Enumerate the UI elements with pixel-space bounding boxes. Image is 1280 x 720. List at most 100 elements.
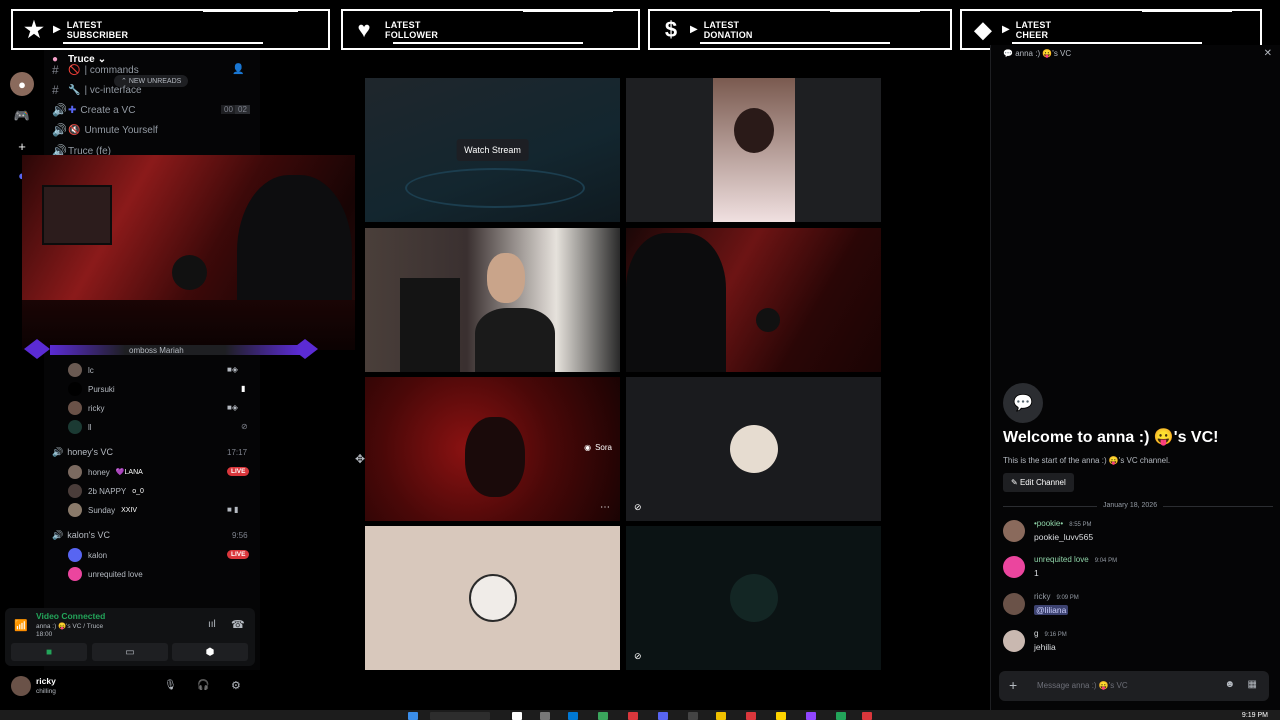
avatar bbox=[68, 548, 82, 562]
channel-unmute-yourself[interactable]: 🔊 🔇 Unmute Yourself bbox=[52, 121, 158, 139]
speaker-icon: 🔊 bbox=[52, 103, 67, 117]
taskbar-app-icon[interactable] bbox=[568, 712, 578, 720]
taskbar-app-icon[interactable] bbox=[628, 712, 638, 720]
alert-label: LATEST CHEER bbox=[1015, 19, 1052, 40]
discord-taskbar-icon[interactable] bbox=[658, 712, 668, 720]
apps-icon[interactable]: ▦ bbox=[1248, 679, 1257, 690]
welcome-title: Welcome to anna :) 😛's VC! bbox=[1003, 429, 1219, 446]
microphone-icon[interactable]: 🎙 bbox=[164, 680, 177, 691]
video-tile[interactable]: ◉ Sora ⋯ bbox=[365, 377, 620, 521]
taskbar-search[interactable] bbox=[430, 712, 490, 720]
avatar bbox=[68, 567, 82, 581]
vc-user[interactable]: 2b NAPPY o_0 bbox=[68, 483, 144, 499]
taskbar-app-icon[interactable] bbox=[688, 712, 698, 720]
edit-channel-button[interactable]: ✎ Edit Channel bbox=[1003, 473, 1074, 492]
invite-icon[interactable]: 👤 bbox=[232, 60, 244, 78]
video-tile[interactable]: ⊘ bbox=[626, 526, 881, 670]
taskbar-app-icon[interactable] bbox=[806, 712, 816, 720]
discord-home-icon[interactable]: 🎮 bbox=[10, 104, 34, 128]
taskbar-app-icon[interactable] bbox=[862, 712, 872, 720]
vc-user[interactable]: Sunday XXIV bbox=[68, 502, 137, 518]
create-vc-limit: 02 bbox=[235, 105, 250, 114]
disconnect-icon[interactable]: ☎ bbox=[231, 618, 245, 631]
dollar-icon: $ bbox=[664, 16, 678, 42]
taskbar-app-icon[interactable] bbox=[776, 712, 786, 720]
video-tile-stream[interactable]: Watch Stream bbox=[365, 78, 620, 222]
watch-stream-button[interactable]: Watch Stream bbox=[456, 139, 529, 161]
vc-user[interactable]: honey 💜LANA bbox=[68, 464, 143, 480]
diamond-icon: ◆ bbox=[974, 16, 992, 42]
camera-button[interactable]: ■ bbox=[11, 643, 87, 661]
video-tile[interactable] bbox=[626, 228, 881, 372]
video-tile[interactable] bbox=[365, 228, 620, 372]
popout-video[interactable] bbox=[22, 155, 355, 350]
vc-user[interactable]: ll bbox=[68, 419, 92, 435]
taskbar-app-icon[interactable] bbox=[598, 712, 608, 720]
message-composer[interactable]: + Message anna :) 😛's VC ☻ ▦ bbox=[999, 671, 1269, 701]
alert-topline bbox=[1142, 9, 1232, 12]
taskbar-clock: 9:19 PM bbox=[1241, 712, 1268, 719]
hash-icon: # bbox=[52, 83, 59, 97]
gear-icon[interactable]: ⚙ bbox=[231, 679, 241, 692]
vc-user[interactable]: unrequited love bbox=[68, 566, 143, 582]
taskbar-app-icon[interactable] bbox=[512, 712, 522, 720]
video-content bbox=[626, 233, 726, 372]
emoji-icon[interactable]: ☻ bbox=[1224, 679, 1235, 690]
screen-share-button[interactable]: ▭ bbox=[92, 643, 168, 661]
alert-label: LATEST DONATION bbox=[703, 19, 753, 40]
chat-message[interactable]: g 9:16 PM jehilia bbox=[1003, 629, 1273, 659]
noise-suppression-icon[interactable]: ııl bbox=[208, 619, 216, 630]
screen: ★ ▶ LATEST SUBSCRIBER ♥ LATEST FOLLOWER $ … bbox=[0, 0, 1280, 720]
username[interactable]: ricky bbox=[36, 676, 56, 686]
message-author: unrequited love 9:04 PM bbox=[1034, 555, 1118, 564]
taskbar-app-icon[interactable] bbox=[836, 712, 846, 720]
activities-button[interactable]: ⬢ bbox=[172, 643, 248, 661]
video-content bbox=[405, 168, 585, 208]
chat-message[interactable]: unrequited love 9:04 PM 1 bbox=[1003, 555, 1273, 585]
camera-icon: ■◈ bbox=[227, 365, 238, 374]
speaker-icon: 🔊 bbox=[52, 123, 67, 137]
voice-channel-honeys-vc[interactable]: 🔊 honey's VC bbox=[52, 447, 113, 458]
message-input[interactable]: Message anna :) 😛's VC bbox=[1037, 681, 1128, 690]
video-content bbox=[487, 253, 525, 303]
heart-icon: ♥ bbox=[357, 16, 371, 42]
chat-message[interactable]: ricky 9:09 PM @liliana bbox=[1003, 592, 1273, 622]
plus-icon[interactable]: + bbox=[1009, 677, 1017, 693]
taskbar-app-icon[interactable] bbox=[540, 712, 550, 720]
voice-location[interactable]: anna :) 😛's VC / Truce bbox=[36, 622, 103, 630]
more-options-icon[interactable]: ⋯ bbox=[600, 502, 610, 513]
alert-underline bbox=[1012, 42, 1202, 44]
alert-underline bbox=[700, 42, 890, 44]
vc-user[interactable]: Pursuki bbox=[68, 381, 115, 397]
taskbar-app-icon[interactable] bbox=[746, 712, 756, 720]
close-icon[interactable]: ✕ bbox=[1264, 48, 1272, 59]
video-tile[interactable] bbox=[365, 526, 620, 670]
channel-create-vc[interactable]: 🔊 ✚ Create a VC bbox=[52, 101, 135, 119]
taskbar-app-icon[interactable] bbox=[716, 712, 726, 720]
alert-topline bbox=[203, 9, 298, 12]
server-avatar-icon[interactable]: ● bbox=[10, 72, 34, 96]
latest-donation-alert: $ ▶ LATEST DONATION bbox=[648, 9, 952, 50]
headphones-icon[interactable]: 🎧 bbox=[197, 680, 209, 691]
video-content bbox=[172, 255, 207, 290]
vc-user[interactable]: kalon bbox=[68, 547, 107, 563]
voice-connection-panel: 📶 Video Connected anna :) 😛's VC / Truce… bbox=[5, 608, 255, 666]
avatar[interactable] bbox=[11, 676, 31, 696]
vc-user[interactable]: ricky bbox=[68, 400, 104, 416]
alert-topline bbox=[830, 9, 920, 12]
video-tile[interactable]: ⊘ bbox=[626, 377, 881, 521]
camera-icon: ■◈ bbox=[227, 403, 238, 412]
message-text: 1 bbox=[1034, 568, 1039, 578]
create-vc-count: 00 bbox=[221, 105, 236, 114]
vc-user[interactable]: lc bbox=[68, 362, 94, 378]
voice-channel-kalons-vc[interactable]: 🔊 kalon's VC bbox=[52, 530, 110, 541]
play-arrow-icon: ▶ bbox=[690, 24, 698, 35]
avatar bbox=[68, 420, 82, 434]
video-tile[interactable] bbox=[626, 78, 881, 222]
channel-vc-interface[interactable]: # 🔧 | vc-interface bbox=[52, 81, 142, 99]
avatar bbox=[468, 574, 517, 622]
windows-start-icon[interactable] bbox=[408, 712, 418, 720]
vc-timer: 17:17 bbox=[227, 448, 248, 457]
chat-message[interactable]: •pookie• 8:55 PM pookie_luvv565 bbox=[1003, 519, 1273, 549]
channel-sidebar: ● Truce ⌄ 👤 # 🚫 | commands ⌃ NEW UNREADS # 🔧… bbox=[44, 50, 260, 670]
